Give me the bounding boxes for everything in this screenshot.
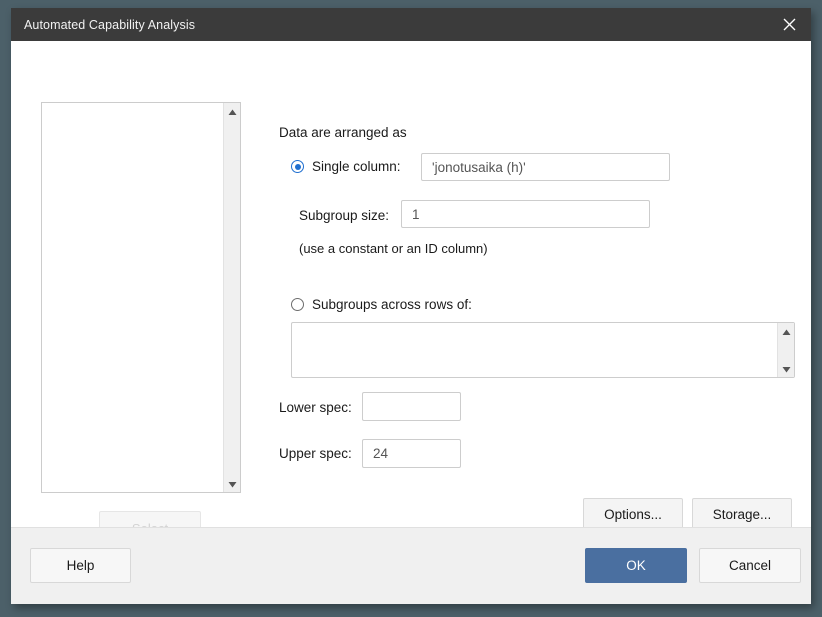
data-arranged-label: Data are arranged as (279, 125, 407, 140)
upper-spec-label: Upper spec: (279, 446, 352, 461)
radio-subgroups-across-rows-mark[interactable] (291, 298, 304, 311)
scroll-up-button[interactable] (224, 103, 240, 120)
subgroups-scroll-track[interactable] (778, 340, 794, 360)
close-icon (783, 18, 796, 31)
close-button[interactable] (767, 8, 811, 41)
subgroup-size-hint: (use a constant or an ID column) (299, 241, 488, 256)
dialog-body: Select Data are arranged as Single colum… (11, 41, 811, 545)
subgroups-scrollbar[interactable] (777, 323, 794, 377)
radio-subgroups-across-rows-label[interactable]: Subgroups across rows of: (312, 297, 472, 312)
upper-spec-input[interactable] (362, 439, 461, 468)
cancel-button[interactable]: Cancel (699, 548, 801, 583)
scroll-track[interactable] (224, 120, 240, 475)
help-button[interactable]: Help (30, 548, 131, 583)
subgroups-textarea-content[interactable] (292, 323, 777, 377)
variable-list-items[interactable] (42, 103, 223, 492)
triangle-up-icon (228, 103, 237, 121)
radio-subgroups-across-rows[interactable]: Subgroups across rows of: (291, 297, 472, 312)
subgroups-scroll-up-button[interactable] (778, 323, 794, 340)
dialog-window: Automated Capability Analysis Data are a… (11, 8, 811, 604)
dialog-footer: Help OK Cancel (11, 527, 811, 604)
subgroup-size-input[interactable] (401, 200, 650, 228)
triangle-down-icon (228, 475, 237, 493)
triangle-down-icon (782, 360, 791, 378)
ok-button[interactable]: OK (585, 548, 687, 583)
radio-single-column-mark[interactable] (291, 160, 304, 173)
variable-list-scrollbar[interactable] (223, 103, 240, 492)
triangle-up-icon (782, 323, 791, 341)
radio-single-column-label[interactable]: Single column: (312, 159, 401, 174)
subgroups-across-rows-field[interactable] (291, 322, 795, 378)
subgroup-size-label: Subgroup size: (299, 208, 390, 223)
title-bar: Automated Capability Analysis (11, 8, 811, 41)
window-title: Automated Capability Analysis (24, 17, 196, 32)
scroll-down-button[interactable] (224, 475, 240, 492)
variable-list[interactable] (41, 102, 241, 493)
lower-spec-input[interactable] (362, 392, 461, 421)
radio-single-column[interactable]: Single column: (291, 159, 401, 174)
subgroups-scroll-down-button[interactable] (778, 360, 794, 377)
single-column-input[interactable] (421, 153, 670, 181)
lower-spec-label: Lower spec: (279, 400, 352, 415)
